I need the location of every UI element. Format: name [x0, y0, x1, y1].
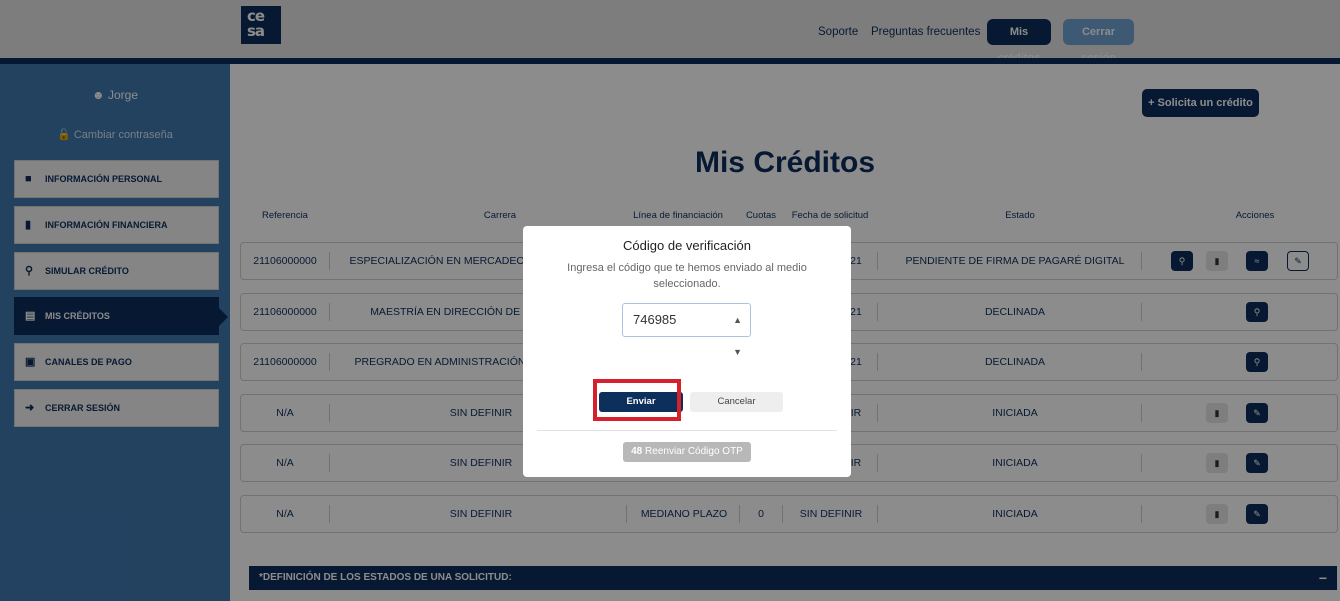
verification-code-input[interactable]: 746985 ▲ ▼ — [622, 303, 751, 357]
modal-subtitle: Ingresa el código que te hemos enviado a… — [567, 262, 807, 290]
verification-modal: Código de verificación Ingresa el código… — [523, 226, 851, 477]
modal-title: Código de verificación — [623, 238, 751, 253]
modal-divider — [537, 430, 837, 431]
reenviar-otp-button[interactable]: 48 Reenviar Código OTP — [623, 442, 751, 462]
resend-countdown: 48 — [631, 446, 643, 457]
highlight-box — [593, 379, 681, 421]
cancelar-button[interactable]: Cancelar — [690, 392, 783, 412]
stepper-icon[interactable]: ▲ ▼ — [733, 304, 742, 368]
